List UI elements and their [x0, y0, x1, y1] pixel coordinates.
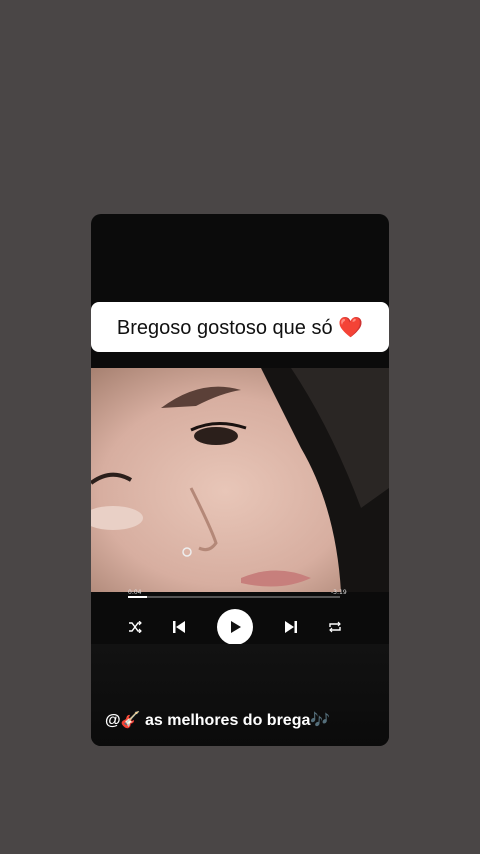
- next-button[interactable]: [281, 609, 301, 645]
- caption-sticker: Bregoso gostoso que só ❤️: [91, 302, 389, 352]
- repeat-button[interactable]: [325, 609, 345, 645]
- progress-fill: [128, 596, 148, 598]
- elapsed-time: 0:04: [128, 589, 142, 596]
- progress-bar[interactable]: [128, 596, 340, 598]
- repeat-icon: [329, 621, 341, 633]
- player-controls: [91, 609, 389, 645]
- video-frame: [91, 368, 389, 592]
- shuffle-button[interactable]: [125, 609, 145, 645]
- play-icon: [231, 621, 241, 633]
- remaining-time: -3:19: [331, 589, 347, 596]
- next-icon: [285, 621, 297, 633]
- video-bottom-area: [91, 644, 389, 746]
- shuffle-icon: [129, 621, 142, 633]
- video-card: 0:04 -3:19 @🎸 as melhores do brega🎶: [91, 214, 389, 746]
- caption-text: Bregoso gostoso que só ❤️: [116, 316, 364, 339]
- previous-button[interactable]: [169, 609, 189, 645]
- account-handle[interactable]: @🎸 as melhores do brega🎶: [105, 710, 330, 730]
- face-image: [91, 368, 389, 592]
- play-button[interactable]: [217, 609, 253, 645]
- previous-icon: [173, 621, 185, 633]
